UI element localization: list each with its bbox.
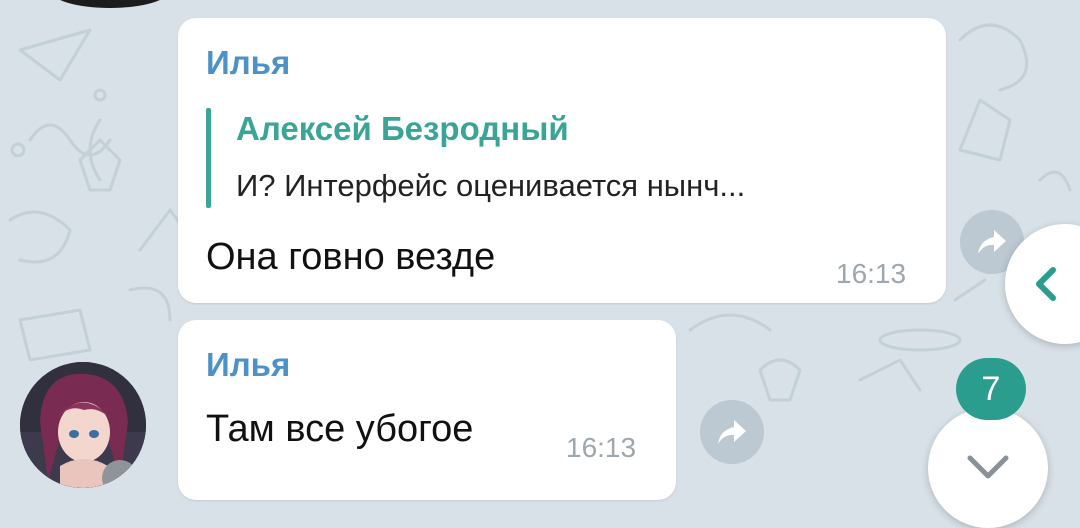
chevron-left-icon	[1036, 267, 1056, 301]
message-bubble[interactable]: Илья Алексей Безродный И? Интерфейс оцен…	[178, 18, 946, 303]
reply-author: Алексей Безродный	[236, 110, 569, 147]
share-icon	[978, 230, 1006, 254]
reply-accent-bar	[206, 108, 211, 208]
scroll-down-button[interactable]	[928, 408, 1048, 528]
avatar-image	[20, 362, 146, 488]
chevron-down-icon	[967, 455, 1009, 479]
sender-name[interactable]: Илья	[206, 346, 290, 384]
message-bubble[interactable]: Илья Там все убогое 16:13	[178, 320, 676, 500]
unread-count-badge[interactable]: 7	[956, 358, 1026, 420]
avatar[interactable]	[20, 362, 146, 488]
message-text: Она говно везде	[206, 236, 496, 278]
message-text: Там все убогое	[206, 408, 474, 450]
message-time: 16:13	[836, 258, 907, 289]
reply-text: И? Интерфейс оценивается нынч...	[236, 168, 746, 203]
message-time: 16:13	[566, 432, 637, 463]
share-button[interactable]	[700, 400, 764, 464]
sender-name[interactable]: Илья	[206, 44, 290, 82]
share-icon	[718, 420, 746, 444]
